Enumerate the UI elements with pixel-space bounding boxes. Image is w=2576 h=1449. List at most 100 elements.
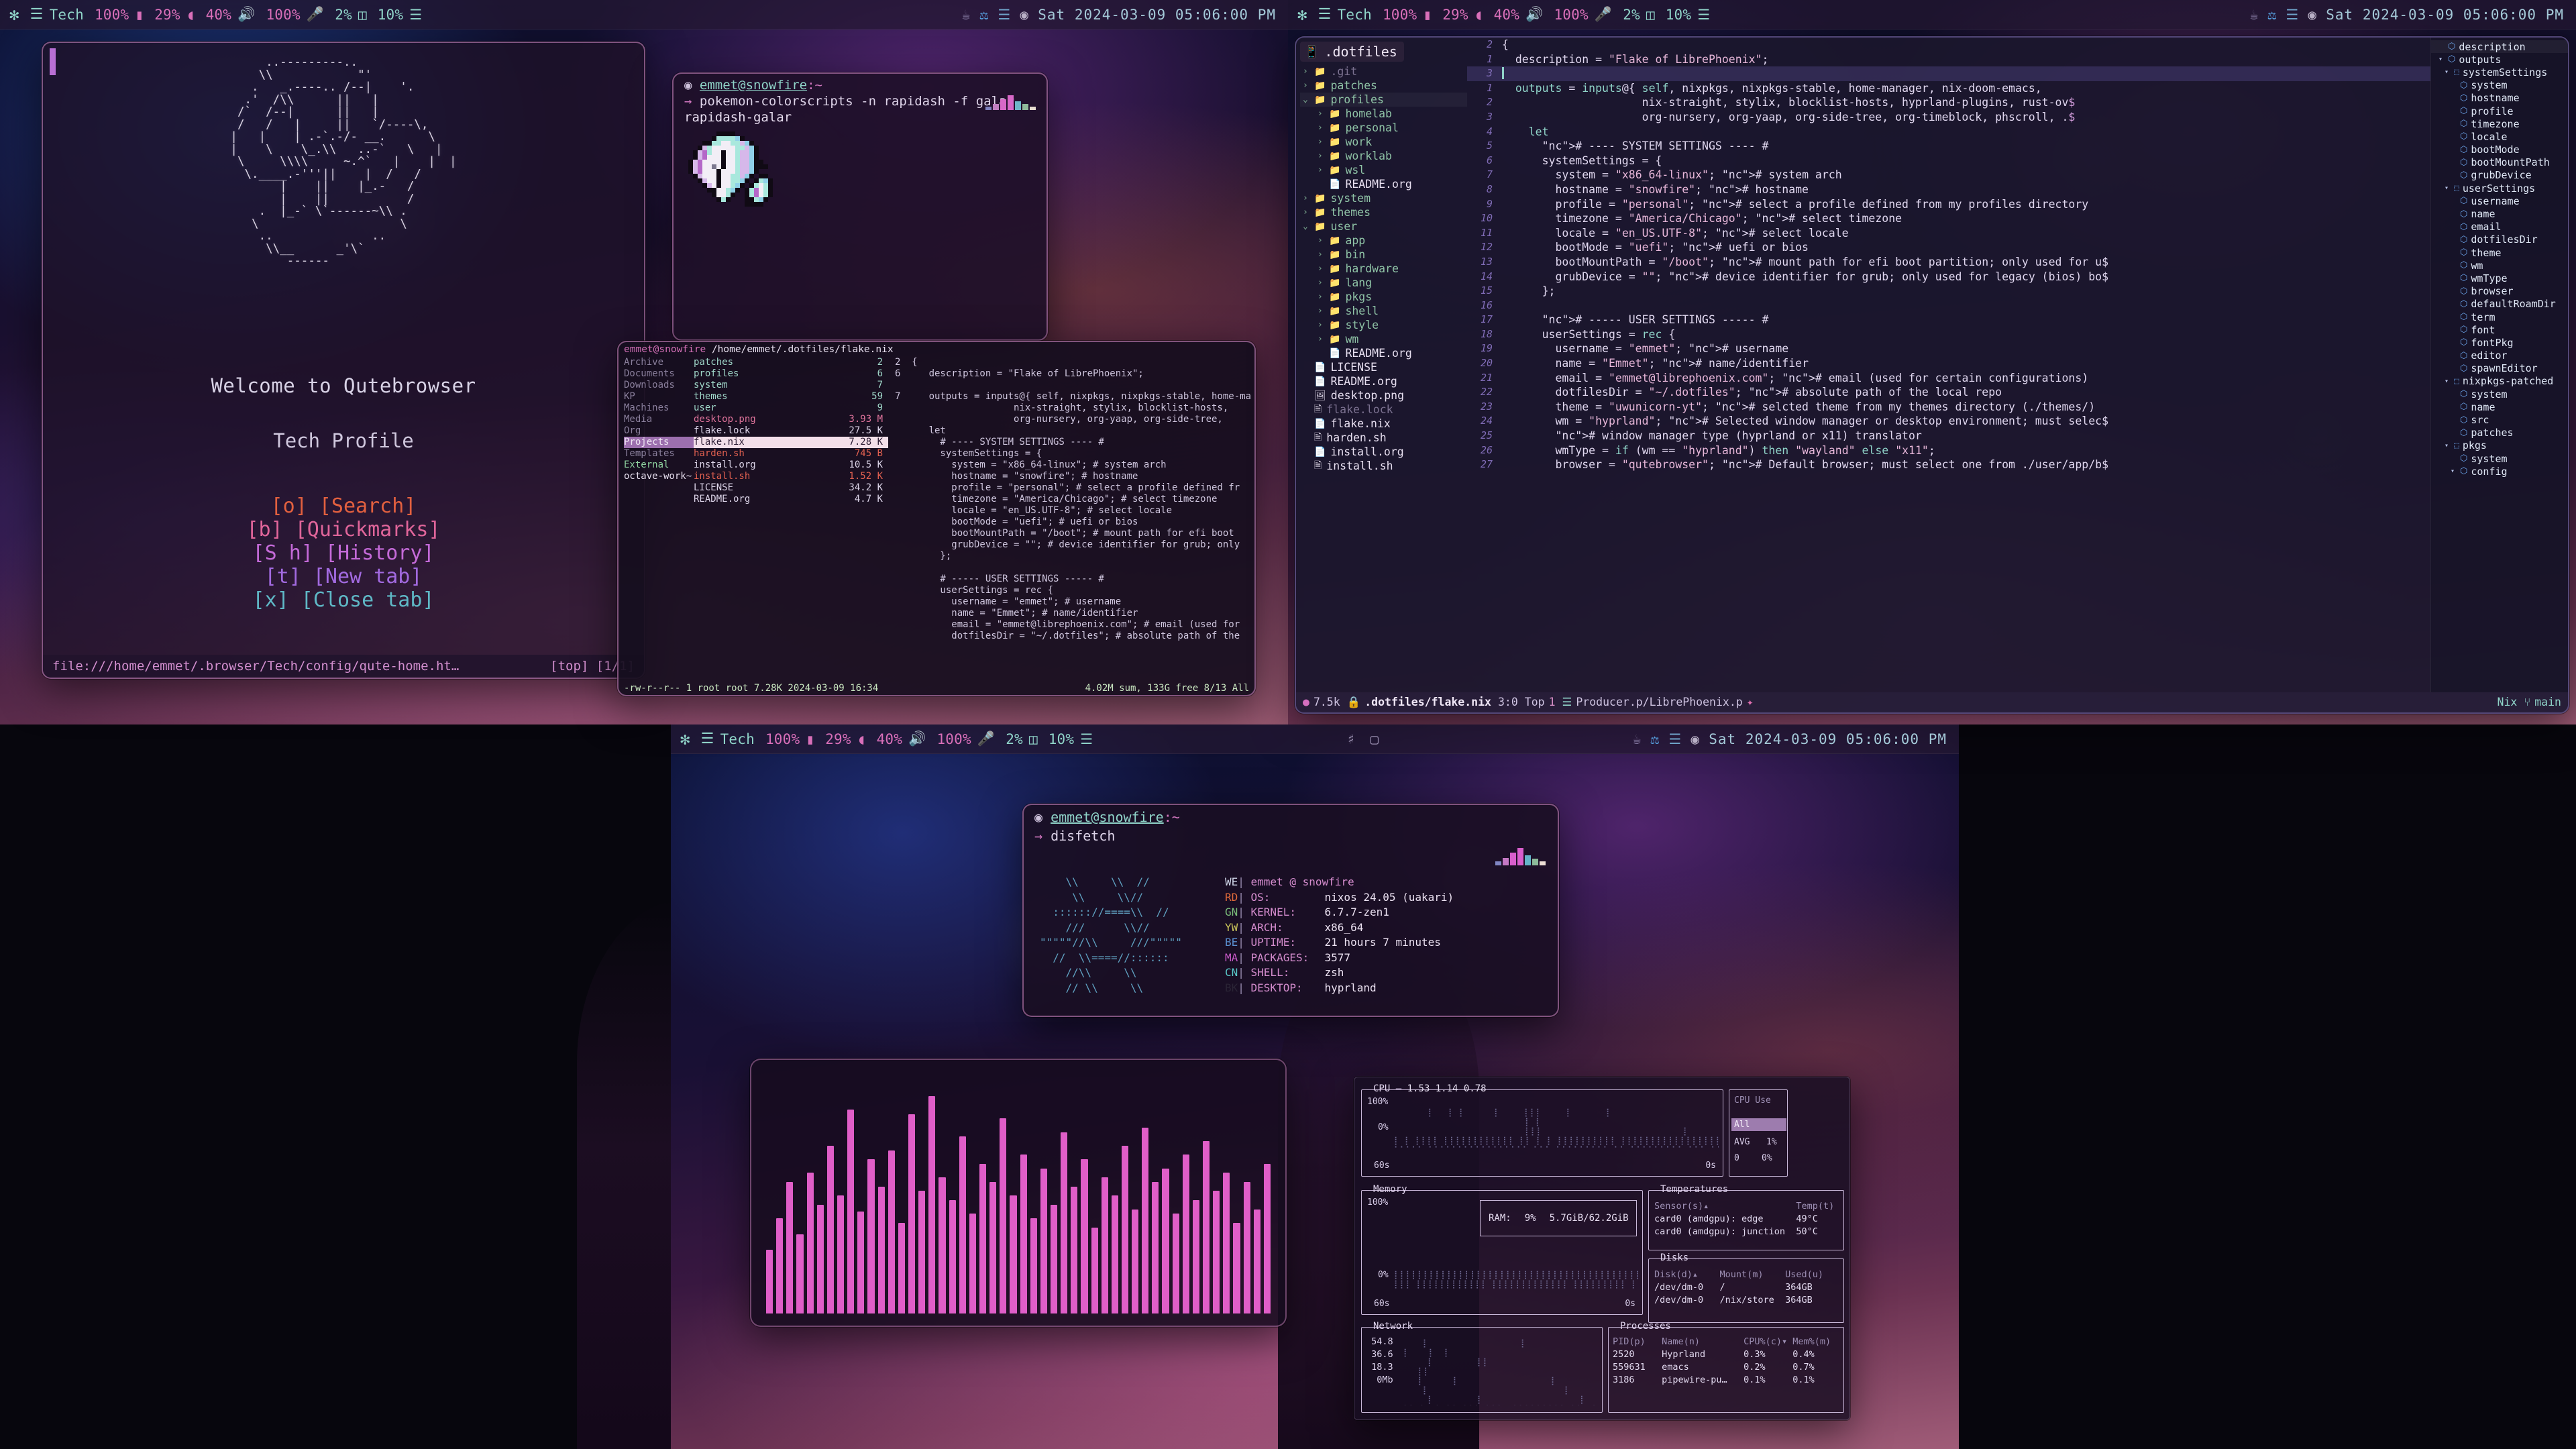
workspace-label[interactable]: Tech xyxy=(50,7,84,23)
notification-icon[interactable]: ▢ xyxy=(1370,731,1379,747)
outline-item[interactable]: ⬡ name xyxy=(2431,207,2568,220)
outline-item[interactable]: ⬡ browser xyxy=(2431,285,2568,298)
media-icon[interactable]: ♯ xyxy=(1347,731,1356,747)
outline-item[interactable]: ▾ ⬚ systemSettings xyxy=(2431,66,2568,78)
emacs-outline-panel[interactable]: ⬡ description ▾ ⬡ outputs ▾ ⬚ systemSettings ⬡ sy… xyxy=(2430,38,2568,692)
signal-bars-icon[interactable]: ☰ xyxy=(1668,731,1681,747)
table-row[interactable]: card0 (amdgpu): junction 50°C xyxy=(1654,1226,1838,1238)
file-tree-item[interactable]: › 📁 system xyxy=(1300,191,1467,205)
outline-item[interactable]: ⬡ patches xyxy=(2431,427,2568,439)
emacs-window[interactable]: 📱 .dotfiles › 📁 .git › 📁 patches ⌄ 📁 profiles › 📁 h… xyxy=(1295,36,2569,714)
menu-item-new-tab[interactable]: [t] [New tab] xyxy=(43,566,644,588)
file-tree-item[interactable]: 📄 README.org xyxy=(1300,177,1467,191)
disc-icon[interactable]: ◉ xyxy=(2308,7,2316,23)
ranger-file-item[interactable]: system 7 xyxy=(694,380,888,391)
ranger-file-item[interactable]: flake.lock 27.5 K xyxy=(694,425,888,437)
file-tree-item[interactable]: › 📁 homelab xyxy=(1300,107,1467,121)
table-row[interactable]: 2520 Hyprland 0.3% 0.4% xyxy=(1613,1348,1839,1361)
nix-snowflake-icon[interactable]: ✻ xyxy=(9,5,19,24)
outline-item[interactable]: ▾ ⬚ nixpkgs-patched xyxy=(2431,375,2568,388)
project-root-badge[interactable]: 📱 .dotfiles xyxy=(1300,42,1404,62)
cava-visualizer-window[interactable] xyxy=(750,1059,1287,1327)
file-tree-item[interactable]: › 📁 hardware xyxy=(1300,262,1467,276)
bluetooth-icon[interactable]: ⚖ xyxy=(980,7,989,23)
ranger-parent-item[interactable]: Documents xyxy=(624,368,694,380)
file-tree-item[interactable]: › 📁 pkgs xyxy=(1300,290,1467,304)
ranger-file-item[interactable]: profiles 6 xyxy=(694,368,888,380)
disfetch-terminal-window[interactable]: ◉ emmet@snowfire:~ → disfetch \\ \\ // \… xyxy=(1022,804,1559,1017)
ranger-file-item[interactable]: install.org 10.5 K xyxy=(694,460,888,471)
ranger-parent-item[interactable]: Archive xyxy=(624,357,694,368)
ranger-parent-item[interactable]: KP xyxy=(624,391,694,402)
coffee-icon[interactable]: ☕ xyxy=(962,7,971,23)
file-tree-item[interactable]: › 📁 wm xyxy=(1300,332,1467,346)
file-tree-item[interactable]: ⌄ 📁 profiles xyxy=(1300,93,1467,107)
chevron-icon[interactable]: › xyxy=(1303,80,1309,91)
outline-item[interactable]: ⬡ system xyxy=(2431,79,2568,92)
outline-item[interactable]: ⬡ term xyxy=(2431,311,2568,323)
disc-icon[interactable]: ◉ xyxy=(1020,7,1028,23)
table-row[interactable]: /dev/dm-0 /nix/store 364GB xyxy=(1654,1294,1838,1307)
outline-item[interactable]: ⬡ email xyxy=(2431,221,2568,233)
chevron-icon[interactable]: › xyxy=(1318,123,1324,133)
workspace-label[interactable]: Tech xyxy=(1338,7,1372,23)
chevron-icon[interactable]: › xyxy=(1303,193,1309,203)
outline-item[interactable]: ⬡ locale xyxy=(2431,130,2568,143)
outline-item[interactable]: ⬡ wm xyxy=(2431,259,2568,272)
nix-snowflake-icon[interactable]: ✻ xyxy=(1297,5,1307,24)
btop-cpu-all-row[interactable]: All xyxy=(1731,1118,1786,1131)
triangle-icon[interactable]: ▾ xyxy=(2451,468,2457,475)
signal-bars-icon[interactable]: ☰ xyxy=(2286,7,2298,23)
triangle-icon[interactable]: ▾ xyxy=(2445,378,2451,385)
outline-item[interactable]: ⬡ bootMode xyxy=(2431,144,2568,156)
chevron-icon[interactable]: ⌄ xyxy=(1303,221,1309,231)
ranger-file-item[interactable]: patches 2 xyxy=(694,357,888,368)
file-tree-item[interactable]: › 📁 app xyxy=(1300,233,1467,248)
coffee-icon[interactable]: ☕ xyxy=(1633,731,1642,747)
chevron-icon[interactable]: › xyxy=(1318,264,1324,274)
emacs-file-tree[interactable]: 📱 .dotfiles › 📁 .git › 📁 patches ⌄ 📁 profiles › 📁 h… xyxy=(1296,38,1467,712)
outline-item[interactable]: ⬡ editor xyxy=(2431,350,2568,362)
menu-item-search[interactable]: [o] [Search] xyxy=(43,495,644,517)
file-tree-item[interactable]: 🗎 harden.sh xyxy=(1300,431,1467,445)
ranger-parent-item[interactable]: External xyxy=(624,460,694,471)
outline-item[interactable]: ⬡ username xyxy=(2431,195,2568,207)
chevron-icon[interactable]: › xyxy=(1318,278,1324,288)
disc-icon[interactable]: ◉ xyxy=(1690,731,1699,747)
outline-item[interactable]: ⬡ system xyxy=(2431,388,2568,400)
chevron-icon[interactable]: › xyxy=(1318,151,1324,161)
chevron-icon[interactable]: › xyxy=(1318,320,1324,330)
menu-item-close-tab[interactable]: [x] [Close tab] xyxy=(43,589,644,611)
chevron-icon[interactable]: › xyxy=(1318,137,1324,147)
outline-item[interactable]: ⬡ spawnEditor xyxy=(2431,362,2568,375)
outline-item[interactable]: ⬡ grubDevice xyxy=(2431,169,2568,182)
ranger-column-parent[interactable]: Archive Documents Downloads KP Machines Media… xyxy=(619,357,694,680)
file-tree-item[interactable]: 📄 README.org xyxy=(1300,346,1467,360)
ranger-file-item[interactable]: LICENSE 34.2 K xyxy=(694,482,888,494)
ranger-parent-item[interactable]: Machines xyxy=(624,402,694,414)
file-tree-item[interactable]: 📄 install.org xyxy=(1300,445,1467,459)
triangle-icon[interactable]: ▾ xyxy=(2445,184,2451,192)
table-row[interactable]: 559631 emacs 0.2% 0.7% xyxy=(1613,1361,1839,1374)
ranger-file-item[interactable]: flake.nix 7.28 K xyxy=(694,437,888,448)
outline-item[interactable]: ⬡ timezone xyxy=(2431,117,2568,130)
pokemon-terminal-window[interactable]: ◉ emmet@snowfire:~ → pokemon-colorscript… xyxy=(672,72,1048,341)
file-tree-item[interactable]: › 📁 style xyxy=(1300,318,1467,332)
outline-item[interactable]: ⬡ wmType xyxy=(2431,272,2568,284)
outline-item[interactable]: ⬡ hostname xyxy=(2431,92,2568,105)
outline-item[interactable]: ⬡ bootMountPath xyxy=(2431,156,2568,169)
ranger-file-item[interactable]: README.org 4.7 K xyxy=(694,494,888,505)
ranger-parent-item[interactable]: octave-work~ xyxy=(624,471,694,482)
chevron-icon[interactable]: › xyxy=(1318,109,1324,119)
file-tree-item[interactable]: › 📁 personal xyxy=(1300,121,1467,135)
ranger-parent-item[interactable]: Downloads xyxy=(624,380,694,391)
outline-item[interactable]: ⬡ profile xyxy=(2431,105,2568,117)
ranger-parent-item[interactable]: Templates xyxy=(624,448,694,460)
outline-item[interactable]: ⬡ defaultRoamDir xyxy=(2431,298,2568,311)
file-tree-item[interactable]: 📄 LICENSE xyxy=(1300,360,1467,374)
chevron-icon[interactable]: › xyxy=(1318,334,1324,344)
bluetooth-icon[interactable]: ⚖ xyxy=(2268,7,2277,23)
menu-item-history[interactable]: [S h] [History] xyxy=(43,542,644,564)
file-tree-item[interactable]: › 📁 wsl xyxy=(1300,163,1467,177)
table-row[interactable]: /dev/dm-0 / 364GB xyxy=(1654,1281,1838,1294)
